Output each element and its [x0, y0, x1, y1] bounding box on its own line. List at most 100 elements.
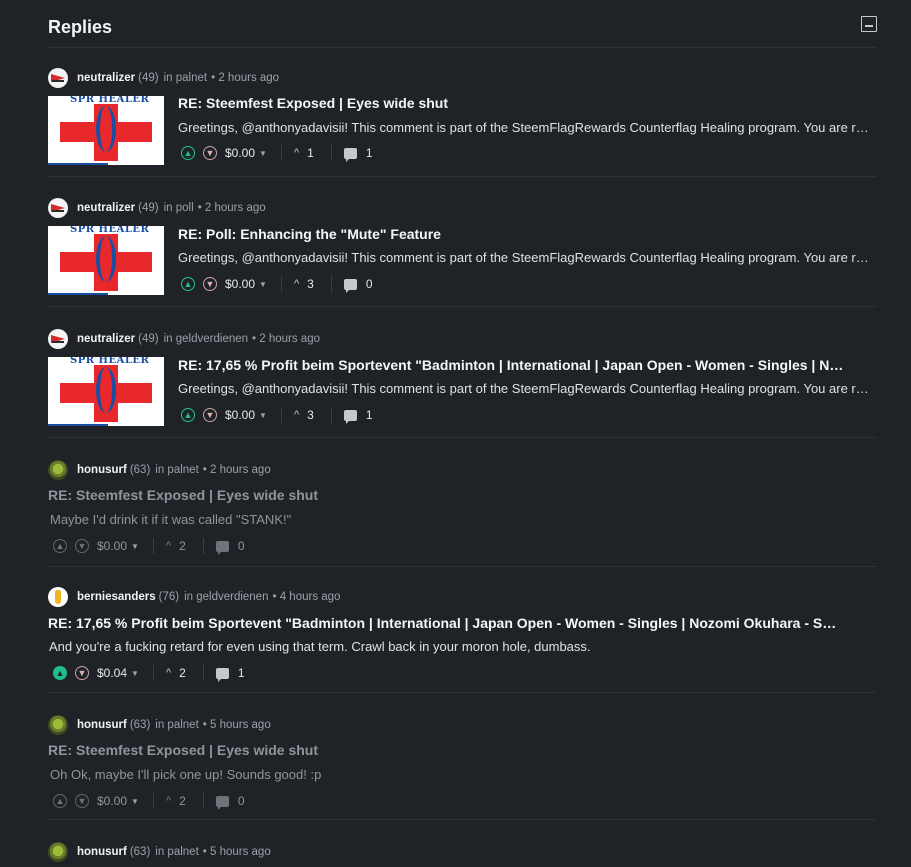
upvote-count[interactable]: 2 [179, 539, 186, 553]
comment-count[interactable]: 0 [366, 277, 373, 291]
downvote-icon[interactable]: ▼ [75, 794, 89, 808]
upvote-icon[interactable]: ▲ [181, 146, 195, 160]
thumbnail[interactable]: SPR HEALER [48, 96, 164, 165]
reply-item[interactable]: honusurf (63) in palnet • 5 hours ago RE… [48, 715, 877, 820]
caret-down-icon[interactable]: ▼ [131, 669, 139, 678]
downvote-icon[interactable]: ▼ [203, 146, 217, 160]
reply-body[interactable]: Greetings, @anthonyadavisii! This commen… [178, 119, 873, 137]
reply-item[interactable]: neutralizer (49) in geldverdienen • 2 ho… [48, 329, 877, 438]
thumb-label: SPR HEALER [70, 357, 150, 366]
community-link[interactable]: in palnet [155, 719, 198, 731]
community-link[interactable]: in poll [164, 202, 194, 214]
reply-title[interactable]: RE: Steemfest Exposed | Eyes wide shut [48, 486, 848, 504]
avatar[interactable] [48, 329, 68, 349]
payout[interactable]: $0.00 [97, 539, 127, 553]
upvote-count[interactable]: 2 [179, 666, 186, 680]
downvote-icon[interactable]: ▼ [203, 277, 217, 291]
timestamp[interactable]: • 2 hours ago [198, 202, 266, 214]
reply-item[interactable]: neutralizer (49) in palnet • 2 hours ago… [48, 68, 877, 177]
comment-icon[interactable] [343, 147, 357, 162]
timestamp[interactable]: • 5 hours ago [203, 846, 271, 858]
upvote-count[interactable]: 2 [179, 794, 186, 808]
caret-down-icon[interactable]: ▼ [131, 542, 139, 551]
comment-count[interactable]: 1 [238, 666, 245, 680]
avatar[interactable] [48, 68, 68, 88]
community-link[interactable]: in geldverdienen [164, 333, 248, 345]
reply-title[interactable]: RE: Steemfest Exposed | Eyes wide shut [48, 741, 848, 759]
avatar[interactable] [48, 460, 68, 480]
thumbnail[interactable]: SPR HEALER [48, 226, 164, 295]
payout[interactable]: $0.00 [225, 146, 255, 160]
comment-count[interactable]: 1 [366, 146, 373, 160]
avatar[interactable] [48, 715, 68, 735]
reply-title[interactable]: RE: Steemfest Exposed | Eyes wide shut [178, 94, 873, 112]
reply-title[interactable]: RE: 17,65 % Profit beim Sportevent "Badm… [178, 356, 846, 374]
reply-body[interactable]: Oh Ok, maybe I'll pick one up! Sounds go… [50, 766, 850, 784]
caret-down-icon[interactable]: ▼ [259, 149, 267, 158]
thumb-label: SPR HEALER [70, 226, 150, 235]
caret-down-icon[interactable]: ▼ [259, 411, 267, 420]
reply-item[interactable]: neutralizer (49) in poll • 2 hours ago S… [48, 198, 877, 307]
author-link[interactable]: neutralizer [77, 333, 135, 345]
upvote-icon[interactable]: ▲ [53, 794, 67, 808]
avatar[interactable] [48, 198, 68, 218]
upvote-count[interactable]: 3 [307, 408, 314, 422]
payout[interactable]: $0.04 [97, 666, 127, 680]
avatar[interactable] [48, 842, 68, 862]
thumbnail[interactable]: SPR HEALER [48, 357, 164, 426]
community-link[interactable]: in palnet [155, 846, 198, 858]
comment-icon[interactable] [343, 409, 357, 424]
chevron-up-icon: ^ [165, 667, 172, 679]
upvote-count[interactable]: 3 [307, 277, 314, 291]
chevron-up-icon: ^ [165, 540, 172, 552]
upvote-icon[interactable]: ▲ [181, 277, 195, 291]
reply-title[interactable]: RE: Poll: Enhancing the "Mute" Feature [178, 225, 873, 243]
downvote-icon[interactable]: ▼ [203, 408, 217, 422]
thumb-label: SPR HEALER [70, 96, 150, 105]
reply-body[interactable]: Greetings, @anthonyadavisii! This commen… [178, 380, 873, 398]
upvote-count[interactable]: 1 [307, 146, 314, 160]
downvote-icon[interactable]: ▼ [75, 539, 89, 553]
timestamp[interactable]: • 2 hours ago [252, 333, 320, 345]
timestamp[interactable]: • 2 hours ago [203, 464, 271, 476]
caret-down-icon[interactable]: ▼ [259, 280, 267, 289]
comment-count[interactable]: 1 [366, 408, 373, 422]
comment-icon[interactable] [215, 795, 229, 810]
chevron-up-icon: ^ [165, 795, 172, 807]
community-link[interactable]: in palnet [164, 72, 207, 84]
author-link[interactable]: honusurf [77, 719, 127, 731]
timestamp[interactable]: • 2 hours ago [211, 72, 279, 84]
author-link[interactable]: honusurf [77, 464, 127, 476]
timestamp[interactable]: • 4 hours ago [272, 591, 340, 603]
comment-count[interactable]: 0 [238, 794, 245, 808]
timestamp[interactable]: • 5 hours ago [203, 719, 271, 731]
avatar[interactable] [48, 587, 68, 607]
reply-title[interactable]: RE: 17,65 % Profit beim Sportevent "Badm… [48, 614, 844, 632]
comment-count[interactable]: 0 [238, 539, 245, 553]
community-link[interactable]: in geldverdienen [184, 591, 268, 603]
community-link[interactable]: in palnet [155, 464, 198, 476]
reply-item[interactable]: honusurf (63) in palnet • 2 hours ago RE… [48, 460, 877, 567]
upvote-icon[interactable]: ▲ [53, 539, 67, 553]
comment-icon[interactable] [215, 667, 229, 682]
reply-item[interactable]: berniesanders (76) in geldverdienen • 4 … [48, 587, 877, 693]
reply-body[interactable]: And you're a fucking retard for even usi… [49, 638, 849, 656]
payout[interactable]: $0.00 [225, 277, 255, 291]
reply-item[interactable]: honusurf (63) in palnet • 5 hours ago [48, 842, 877, 867]
author-link[interactable]: neutralizer [77, 72, 135, 84]
payout[interactable]: $0.00 [225, 408, 255, 422]
upvote-icon[interactable]: ▲ [181, 408, 195, 422]
comment-icon[interactable] [343, 278, 357, 293]
collapse-icon[interactable] [861, 16, 877, 32]
author-link[interactable]: berniesanders [77, 591, 156, 603]
payout[interactable]: $0.00 [97, 794, 127, 808]
reply-body[interactable]: Maybe I'd drink it if it was called "STA… [50, 511, 850, 529]
reply-meta: honusurf (63) in palnet • 5 hours ago [48, 715, 271, 735]
downvote-icon[interactable]: ▼ [75, 666, 89, 680]
comment-icon[interactable] [215, 540, 229, 555]
author-link[interactable]: neutralizer [77, 202, 135, 214]
reply-body[interactable]: Greetings, @anthonyadavisii! This commen… [178, 249, 873, 267]
caret-down-icon[interactable]: ▼ [131, 797, 139, 806]
upvote-icon[interactable]: ▲ [53, 666, 67, 680]
author-link[interactable]: honusurf [77, 846, 127, 858]
